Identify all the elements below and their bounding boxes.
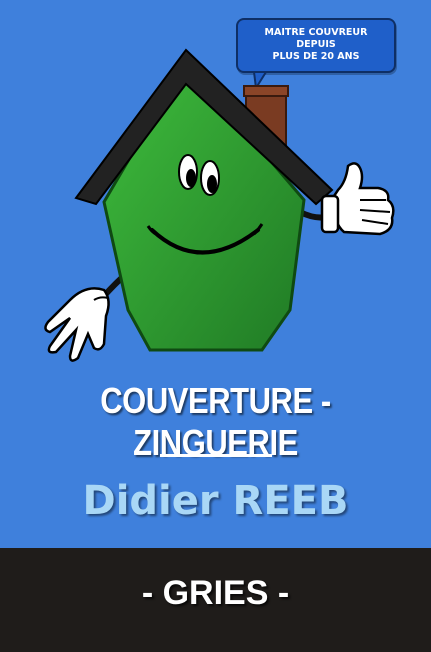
- business-card: MAITRE COUVREUR DEPUIS PLUS DE 20 ANS CO…: [0, 0, 431, 652]
- smiling-house-mascot-icon: [44, 48, 395, 362]
- trade-title: COUVERTURE - ZINGUERIE: [100, 380, 331, 463]
- thumbs-up-glove-icon: [320, 162, 395, 236]
- divider: [160, 454, 272, 457]
- open-hand-glove-icon: [44, 287, 110, 362]
- owner-name: Didier REEB: [82, 478, 349, 524]
- footer-band: - GRIES -: [0, 548, 431, 652]
- city-name: - GRIES -: [141, 574, 290, 612]
